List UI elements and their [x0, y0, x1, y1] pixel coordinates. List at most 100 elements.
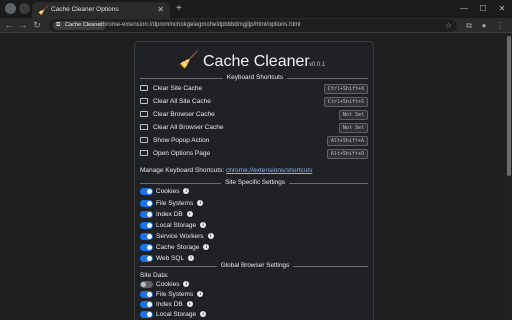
maximize-icon[interactable]: ☐ — [476, 2, 490, 16]
shortcut-row: Show Popup Action Alt+Shift+A — [140, 136, 368, 146]
shortcut-row: Open Options Page Alt+Shift+O — [140, 149, 368, 159]
shortcut-row: Clear All Browser Cache Not Set — [140, 123, 368, 133]
keyboard-icon — [140, 111, 148, 117]
toggle-switch[interactable] — [140, 301, 153, 308]
setting-label: Service Workers — [156, 233, 204, 240]
browser-toolbar: ← → ↻ ⧉ Cache Cleaner chrome-extension:/… — [0, 18, 512, 33]
setting-label: File Systems — [156, 291, 194, 298]
extension-chip-label: Cache Cleaner — [65, 22, 103, 28]
site-setting-cache-storage: Cache Storage i — [140, 243, 340, 253]
extensions-icon[interactable]: ⧉ — [463, 19, 475, 32]
section-title: Global Browser Settings — [216, 262, 294, 269]
site-setting-file-systems: File Systems i — [140, 199, 340, 209]
shortcut-label: Clear Browser Cache — [153, 111, 215, 118]
toggle-switch[interactable] — [140, 281, 153, 288]
global-setting-cookies: Cookies i — [140, 280, 340, 290]
extension-chip[interactable]: ⧉ Cache Cleaner — [53, 21, 107, 30]
app-version: v0.0.1 — [309, 62, 326, 68]
setting-label: Local Storage — [156, 311, 197, 318]
info-icon[interactable]: i — [183, 188, 190, 194]
back-icon[interactable]: ← — [3, 19, 15, 32]
setting-label: Cache Storage — [156, 244, 200, 251]
global-setting-file-systems: File Systems i — [140, 290, 340, 300]
info-icon[interactable]: i — [200, 222, 207, 228]
toggle-switch[interactable] — [140, 291, 153, 298]
keyboard-icon — [140, 124, 148, 130]
section-title: Site Specific Settings — [220, 179, 290, 186]
broom-icon: 🧹 — [38, 5, 50, 15]
section-title: Keyboard Shortcuts — [222, 74, 288, 81]
setting-label: Index DB — [156, 211, 183, 218]
shortcut-key: Not Set — [338, 123, 368, 133]
forward-icon[interactable]: → — [17, 19, 29, 32]
site-setting-cookies: Cookies i — [140, 187, 340, 197]
url-text[interactable]: chrome-extension://dpmmlnchokgeiegmoheld… — [100, 21, 300, 30]
info-icon[interactable]: i — [186, 211, 193, 217]
manage-shortcuts-text: Manage Keyboard Shortcuts: — [140, 167, 225, 174]
menu-icon[interactable]: ⋮ — [494, 19, 506, 32]
minimize-icon[interactable]: — — [457, 2, 471, 16]
setting-label: Index DB — [156, 301, 183, 308]
tab-close-icon[interactable]: ✕ — [157, 5, 164, 15]
tab-search-icon[interactable] — [19, 3, 30, 14]
address-bar[interactable]: ⧉ Cache Cleaner chrome-extension://dpmml… — [49, 19, 457, 32]
info-icon[interactable]: i — [200, 311, 207, 317]
setting-label: Cookies — [156, 188, 180, 195]
shortcut-row: Clear Browser Cache Not Set — [140, 110, 368, 120]
keyboard-icon — [140, 137, 148, 143]
toggle-switch[interactable] — [140, 233, 153, 240]
setting-label: Cookies — [156, 281, 180, 288]
shortcut-key: Alt+Shift+A — [326, 136, 368, 146]
shortcut-key: Not Set — [338, 110, 368, 120]
info-icon[interactable]: i — [197, 200, 204, 206]
reload-icon[interactable]: ↻ — [31, 19, 43, 32]
keyboard-icon — [140, 150, 148, 156]
shortcut-key: Ctrl+Shift+S — [323, 97, 368, 107]
app-header: 🧹 Cache Cleaner v0.0.1 — [135, 50, 375, 74]
shortcut-label: Clear All Browser Cache — [153, 124, 224, 131]
profile-icon[interactable] — [5, 3, 16, 14]
toggle-switch[interactable] — [140, 188, 153, 195]
manage-shortcuts: Manage Keyboard Shortcuts: chrome://exte… — [140, 166, 312, 176]
broom-icon: 🧹 — [179, 52, 199, 69]
toggle-switch[interactable] — [140, 311, 153, 318]
shortcut-label: Clear All Site Cache — [153, 98, 211, 105]
info-icon[interactable]: i — [183, 281, 190, 287]
close-window-icon[interactable]: ✕ — [495, 2, 509, 16]
shortcut-row: Clear All Site Cache Ctrl+Shift+S — [140, 97, 368, 107]
section-global-settings: Global Browser Settings — [135, 261, 375, 271]
section-keyboard-shortcuts: Keyboard Shortcuts — [135, 73, 375, 83]
keyboard-icon — [140, 85, 148, 91]
tab-active[interactable]: 🧹 Cache Cleaner Options ✕ — [32, 2, 170, 18]
page-scrollbar[interactable] — [506, 34, 512, 320]
site-setting-service-workers: Service Workers i — [140, 232, 340, 242]
new-tab-icon[interactable]: + — [176, 2, 182, 16]
info-icon[interactable]: i — [203, 244, 210, 250]
site-setting-index-db: Index DB i — [140, 210, 340, 220]
shortcut-row: Clear Site Cache Ctrl+Shift+X — [140, 84, 368, 94]
info-icon[interactable]: i — [207, 233, 214, 239]
manage-shortcuts-link[interactable]: chrome://extensions/shortcuts — [226, 167, 312, 174]
shortcut-label: Clear Site Cache — [153, 85, 203, 92]
info-icon[interactable]: i — [197, 291, 204, 297]
shortcut-label: Show Popup Action — [153, 137, 210, 144]
profile-avatar-icon[interactable]: ● — [478, 19, 490, 32]
bookmark-star-icon[interactable]: ☆ — [445, 20, 452, 31]
site-setting-local-storage: Local Storage i — [140, 221, 340, 231]
shortcut-label: Open Options Page — [153, 150, 211, 157]
toggle-switch[interactable] — [140, 211, 153, 218]
toggle-switch[interactable] — [140, 222, 153, 229]
puzzle-icon: ⧉ — [56, 22, 61, 28]
keyboard-icon — [140, 98, 148, 104]
setting-label: Local Storage — [156, 222, 197, 229]
scrollbar-thumb[interactable] — [507, 36, 511, 176]
toggle-switch[interactable] — [140, 200, 153, 207]
global-setting-index-db: Index DB i — [140, 300, 340, 310]
toggle-switch[interactable] — [140, 244, 153, 251]
global-setting-local-storage: Local Storage i — [140, 310, 340, 320]
setting-label: File Systems — [156, 200, 194, 207]
app-title: Cache Cleaner — [203, 53, 310, 70]
tab-strip: 🧹 Cache Cleaner Options ✕ + — ☐ ✕ — [0, 0, 512, 18]
info-icon[interactable]: i — [186, 301, 193, 307]
shortcut-key: Ctrl+Shift+X — [323, 84, 368, 94]
